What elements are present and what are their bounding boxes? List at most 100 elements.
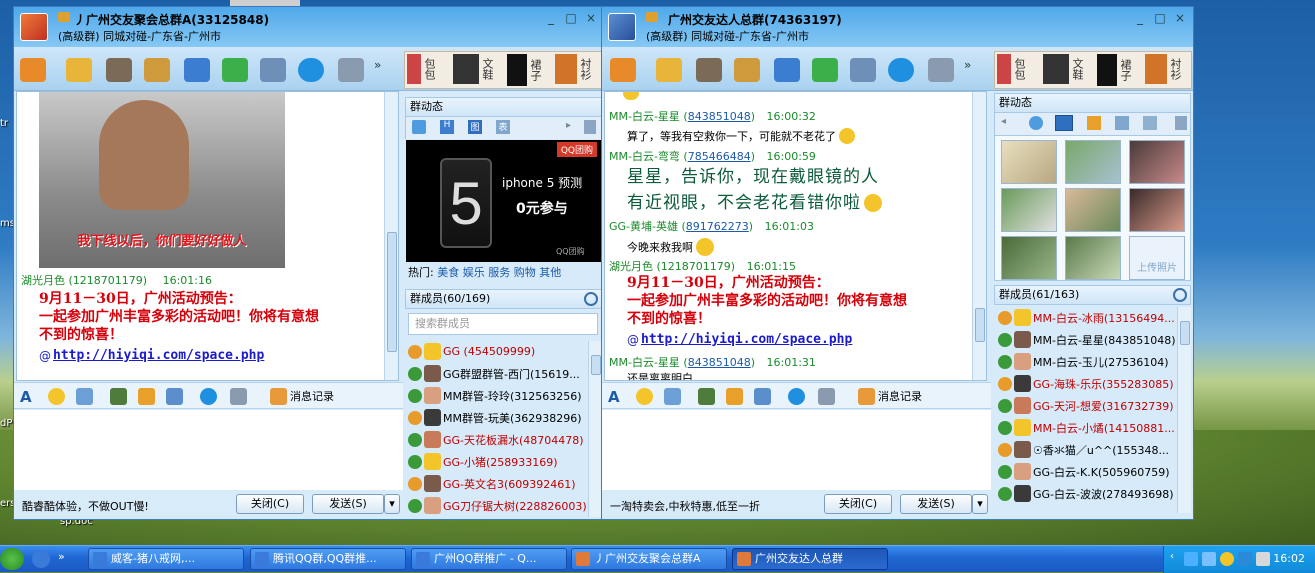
member-item[interactable]: GG-天河-想爱(316732739) [996,395,1174,416]
minimize-button[interactable]: _ [1131,11,1149,25]
title-bar[interactable]: 广州交友达人总群(74363197) (高级群) 同城对碰-广东省-广州市 _ … [602,7,1193,47]
message-link[interactable]: http://hiyiqi.com/space.php [641,332,852,347]
home-icon[interactable] [20,58,46,82]
qq-pay-icon[interactable] [888,58,914,82]
maximize-button[interactable]: □ [1151,11,1169,25]
message-history-button[interactable]: 消息记录 [290,388,334,404]
shopping-ad-banner[interactable]: 包包 文鞋 裙子 衬衫 [994,51,1192,89]
photo-tab-icon[interactable] [1055,115,1073,131]
taskbar-item-active[interactable]: 广州交友达人总群 [732,548,888,570]
member-item[interactable]: MM-白云-星星(843851048) [996,329,1176,350]
emoji-icon[interactable] [636,388,653,405]
qq-group-window-a[interactable]: 丿广州交友聚会总群A(33125848) (高级群) 同城对碰-广东省-广州市 … [13,6,605,520]
sender-qq[interactable]: 843851048 [688,110,751,123]
settings-icon[interactable] [928,58,954,82]
group-avatar-icon[interactable] [20,13,48,41]
promo-banner[interactable]: QQ团购 5 iphone 5 预测 0元参与 QQ团购 [406,140,601,262]
group-photo[interactable] [1065,236,1121,280]
notes-icon[interactable] [696,58,722,82]
member-item[interactable]: MM群管-玲玲(312563256) [406,385,582,406]
member-scrollbar[interactable] [588,341,602,517]
font-icon[interactable]: A [20,388,37,406]
history-icon[interactable] [858,388,875,405]
group-photo[interactable] [1001,236,1057,280]
promo-status-text[interactable]: 酷睿酷体验，不做OUT慢! [22,498,149,514]
member-list[interactable]: GG (454509999) GG群盟群管-西门(15619... MM群管-玲玲(… [406,341,588,517]
member-item[interactable]: GG刀仔锯大树(228826003) [406,495,587,516]
minimize-button[interactable]: _ [542,11,560,25]
member-item[interactable]: GG-小猪(258933169) [406,451,558,472]
sender-nick[interactable]: MM-白云-星星 [609,110,680,123]
tools-icon[interactable] [584,120,596,134]
history-icon[interactable] [270,388,287,405]
chat-scrollbar[interactable] [972,92,986,380]
group-avatar-icon[interactable] [608,13,636,41]
group-photo[interactable] [1001,140,1057,184]
sender-qq[interactable]: 785466484 [688,150,751,163]
tab-h[interactable]: H [440,120,454,134]
clock[interactable]: 16:02 [1273,552,1305,565]
member-item[interactable]: GG-白云-K.K(505960759) [996,461,1169,482]
tab-icon[interactable] [1115,116,1129,130]
member-item[interactable]: GG (454509999) [406,341,535,362]
hot-link[interactable]: 购物 [514,266,536,279]
album-icon[interactable] [144,58,170,82]
qq-tray-icon[interactable] [1220,552,1234,566]
screenshot-icon[interactable] [754,388,771,405]
send-button[interactable]: 发送(S) [312,494,384,514]
search-icon[interactable] [1173,288,1187,302]
member-item[interactable]: GG-海珠-乐乐(355283085) [996,373,1174,394]
taskbar-item[interactable]: 威客-猪八戒网,... [88,548,244,570]
folder-icon[interactable] [656,58,682,82]
image-icon[interactable] [110,388,127,405]
member-scrollbar[interactable] [1177,307,1191,513]
settings-icon[interactable] [338,58,364,82]
sender-nick[interactable]: MM-白云-星星 [609,356,680,369]
tools-icon[interactable] [260,58,286,82]
chat-settings-icon[interactable] [230,388,247,405]
chat-history[interactable]: MM-白云-星星 (843851048) 16:00:32 算了，等我有空救你一… [604,91,987,381]
sender-qq[interactable]: 891762273 [686,220,749,233]
hot-link[interactable]: 娱乐 [463,266,485,279]
emoji-icon[interactable] [48,388,65,405]
maximize-button[interactable]: □ [562,11,580,25]
message-link[interactable]: http://hiyiqi.com/space.php [53,348,264,363]
message-input[interactable] [602,410,991,490]
member-item[interactable]: MM-白云-冰雨(13156494... [996,307,1175,328]
chat-history[interactable]: 我下线以后，你们要好好做人 湖光月色 (1218701179) 16:01:16… [16,91,399,381]
folder-icon[interactable] [66,58,92,82]
ie-icon[interactable] [32,550,50,568]
group-photo[interactable] [1129,140,1185,184]
sender-nick[interactable]: 湖光月色 [609,260,653,273]
shopping-ad-banner[interactable]: 包包 文鞋 裙子 衬衫 [404,51,602,89]
share-icon[interactable] [412,120,426,134]
hot-link[interactable]: 其他 [539,266,561,279]
sender-qq[interactable]: 843851048 [688,356,751,369]
add-icon[interactable] [222,58,248,82]
apps-icon[interactable] [184,58,210,82]
image-icon[interactable] [698,388,715,405]
member-search-input[interactable]: 搜索群成员 [408,313,598,335]
title-bar[interactable]: 丿广州交友聚会总群A(33125848) (高级群) 同城对碰-广东省-广州市 … [14,7,604,47]
music-icon[interactable] [726,388,743,405]
quicklaunch-more-icon[interactable]: » [58,550,76,568]
apps-icon[interactable] [774,58,800,82]
close-window-button[interactable]: × [1171,11,1189,25]
sender-qq[interactable]: (1218701179) [69,274,148,287]
more-icon[interactable]: » [374,58,388,82]
sender-qq[interactable]: (1218701179) [657,260,736,273]
upload-photo-button[interactable]: 上传照片 [1129,236,1185,280]
chat-scrollbar[interactable] [384,92,398,380]
qq-group-window-b[interactable]: 广州交友达人总群(74363197) (高级群) 同城对碰-广东省-广州市 _ … [601,6,1194,520]
member-item[interactable]: GG-英文名3(609392461) [406,473,576,494]
tab-icon[interactable] [1143,116,1157,130]
taskbar-item[interactable]: 丿广州交友聚会总群A [571,548,727,570]
member-item[interactable]: GG群盟群管-西门(15619... [406,363,580,384]
sender-nick[interactable]: MM-白云-弯弯 [609,150,680,163]
tab-chart[interactable]: 图 [468,120,482,134]
hot-link[interactable]: 美食 [437,266,459,279]
taskbar-item[interactable]: 广州QQ群推广 - Q... [411,548,567,570]
qq-pay-icon[interactable] [200,388,217,405]
start-button[interactable] [0,548,24,570]
member-list[interactable]: MM-白云-冰雨(13156494... MM-白云-星星(843851048) M… [996,307,1176,513]
